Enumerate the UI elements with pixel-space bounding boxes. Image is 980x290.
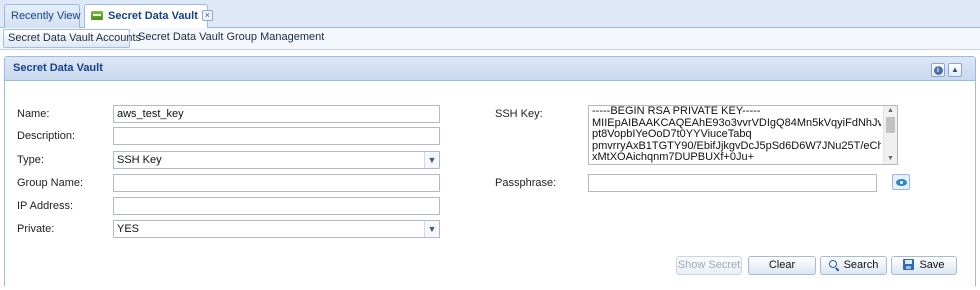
clear-button[interactable]: Clear [748,256,816,275]
type-select[interactable]: SSH Key ▼ [113,151,440,169]
search-button-label: Search [843,259,879,271]
private-label: Private: [17,223,55,235]
ssh-key-line: pmvrryAxB1TGTY90/EbifJjkgvDcJ5pSd6D6W7JN… [592,140,881,152]
panel-header: Secret Data Vault i ▲ [5,57,975,81]
name-label: Name: [17,108,50,120]
group-name-field[interactable] [113,174,440,192]
textarea-scrollbar[interactable]: ▲ ▼ [883,106,897,164]
panel-title: Secret Data Vault [13,62,103,74]
toggle-passphrase-visibility-button[interactable] [892,174,910,190]
sub-tab-bar: Secret Data Vault Accounts Secret Data V… [0,28,980,50]
info-icon: i [933,66,943,75]
passphrase-label: Passphrase: [495,177,557,189]
save-button-label: Save [919,259,945,271]
scroll-down-icon[interactable]: ▼ [884,154,897,164]
group-name-label: Group Name: [17,177,84,189]
tab-secret-data-vault[interactable]: Secret Data Vault × [84,4,213,29]
tab-label: Secret Data Vault [108,10,198,22]
chevron-down-icon[interactable]: ▼ [424,221,439,237]
tab-strip: Recently View Secret Data Vault × [0,0,980,29]
eye-icon [896,179,907,186]
scroll-thumb[interactable] [886,117,895,133]
floppy-disk-icon [903,259,915,270]
chevron-up-icon: ▲ [951,65,959,74]
private-value: YES [117,223,140,235]
type-value: SSH Key [117,154,162,166]
show-secret-button[interactable]: Show Secret [676,256,742,275]
save-button[interactable]: Save [891,256,957,275]
description-field[interactable] [113,127,440,145]
help-button[interactable]: i [931,63,945,77]
private-select[interactable]: YES ▼ [113,220,440,238]
name-field[interactable]: aws_test_key [113,105,440,123]
ssh-key-label: SSH Key: [495,108,543,120]
chevron-down-icon[interactable]: ▼ [424,152,439,168]
ip-address-label: IP Address: [17,200,74,212]
magnifier-icon [828,260,839,270]
ssh-key-line: xMtXOAichqnm7DUPBUXf+0Ju+ [592,152,755,164]
ssh-key-line: -----BEGIN RSA PRIVATE KEY----- [592,106,761,117]
form-body: Name: aws_test_key Description: Type: SS… [5,82,975,288]
ssh-key-textarea[interactable]: -----BEGIN RSA PRIVATE KEY----- MIIEpAIB… [588,105,898,165]
ip-address-field[interactable] [113,197,440,215]
scroll-up-icon[interactable]: ▲ [884,106,897,116]
subtab-accounts[interactable]: Secret Data Vault Accounts [3,29,141,48]
secret-data-vault-panel: Secret Data Vault i ▲ Name: aws_test_key… [4,56,976,288]
ssh-key-line: MIIEpAIBAAKCAQEAhE93o3vvrVDIgQ84Mn5kVqyi… [592,117,881,129]
tab-recently-view[interactable]: Recently View [4,4,81,28]
collapse-button[interactable]: ▲ [948,63,962,77]
search-button[interactable]: Search [820,256,887,275]
ssh-key-line: pt8VopbIYeOoD7t0YYViuceTabq [592,129,752,141]
subtab-group-management[interactable]: Secret Data Vault Group Management [134,29,328,48]
tab-label: Recently View [11,10,81,22]
type-label: Type: [17,154,44,166]
description-label: Description: [17,130,76,142]
vault-tab-icon [91,11,103,20]
passphrase-field[interactable] [588,174,877,192]
close-icon[interactable]: × [201,10,213,21]
